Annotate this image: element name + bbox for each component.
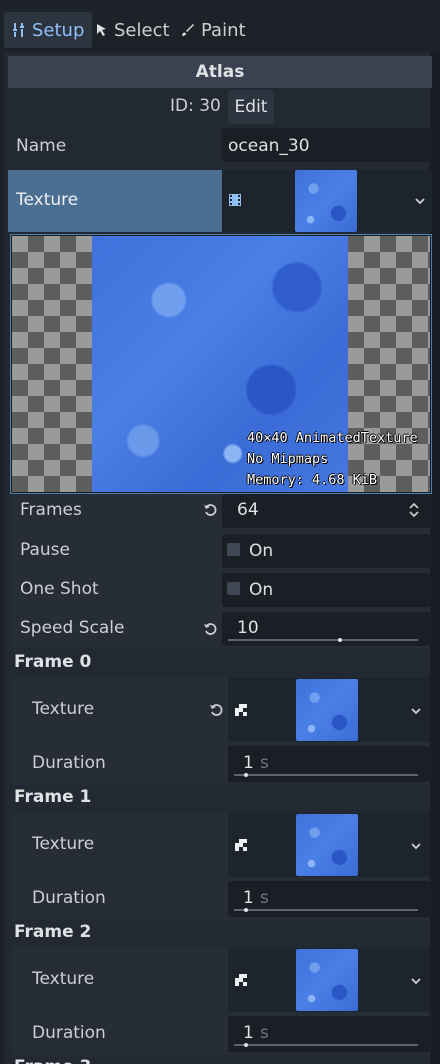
frame-1-duration-unit: s <box>260 888 269 908</box>
frame-1-duration-slider[interactable] <box>228 881 430 917</box>
pause-check-label: On <box>249 541 274 561</box>
tools-icon <box>13 23 24 37</box>
atlas-id-label: ID: 30 <box>170 96 221 116</box>
name-value: ocean_30 <box>228 136 310 156</box>
frame-0-duration-grabber[interactable] <box>244 773 248 777</box>
frame-0-duration-label: Duration <box>32 753 106 773</box>
frame-2-header[interactable]: Frame 2 <box>14 922 91 942</box>
tab-select-label: Select <box>114 19 170 41</box>
revert-icon[interactable] <box>209 703 223 717</box>
frame-1-texture-thumbnail[interactable] <box>296 814 358 876</box>
tab-paint-label: Paint <box>201 19 246 41</box>
frame-1-duration-value: 1 <box>243 888 254 908</box>
frame-3-header[interactable]: Frame 3 <box>14 1057 91 1064</box>
tab-paint[interactable]: Paint <box>181 12 246 48</box>
texture-resource-icon <box>235 839 247 851</box>
frame-0-duration-unit: s <box>260 753 269 773</box>
cursor-icon <box>97 24 106 36</box>
texture-info-mipmaps: No Mipmaps <box>247 451 329 467</box>
frame-0-duration-track <box>234 774 418 776</box>
texture-resource-icon <box>235 974 247 986</box>
one-shot-check-label: On <box>249 580 274 600</box>
frame-1-duration-track <box>234 909 418 911</box>
speed-scale-track <box>228 639 418 641</box>
frame-2-duration-unit: s <box>260 1023 269 1043</box>
frame-2-duration-track <box>234 1044 418 1046</box>
frames-label: Frames <box>20 500 82 520</box>
chevron-down-icon[interactable] <box>410 976 422 986</box>
atlas-section-header[interactable]: Atlas <box>8 56 432 88</box>
texture-info-size: 40×40 AnimatedTexture <box>247 430 418 446</box>
speed-scale-label: Speed Scale <box>20 618 125 638</box>
frame-2-texture-thumbnail[interactable] <box>296 949 358 1011</box>
animated-texture-icon <box>229 194 241 206</box>
frame-0-texture-thumbnail[interactable] <box>296 679 358 741</box>
name-label: Name <box>16 136 67 156</box>
texture-resource-icon <box>235 704 247 716</box>
pause-label: Pause <box>20 540 70 560</box>
chevron-down-icon[interactable] <box>410 841 422 851</box>
tab-setup-label: Setup <box>32 19 85 41</box>
frame-0-duration-slider[interactable] <box>228 746 430 782</box>
tab-setup[interactable]: Setup <box>4 12 93 48</box>
frame-2-duration-value: 1 <box>243 1023 254 1043</box>
frame-0-header[interactable]: Frame 0 <box>14 652 91 672</box>
frame-2-texture-label: Texture <box>32 969 95 989</box>
frame-2-duration-slider[interactable] <box>228 1016 430 1052</box>
frame-2-duration-label: Duration <box>32 1023 106 1043</box>
revert-icon[interactable] <box>203 622 217 636</box>
texture-label: Texture <box>16 190 79 210</box>
edit-button[interactable]: Edit <box>228 90 274 124</box>
spin-arrows-icon[interactable] <box>408 502 420 518</box>
frames-value: 64 <box>237 500 259 520</box>
chevron-down-icon[interactable] <box>410 706 422 716</box>
frame-1-header[interactable]: Frame 1 <box>14 787 91 807</box>
frame-1-duration-label: Duration <box>32 888 106 908</box>
pause-checkbox[interactable] <box>227 543 240 556</box>
frame-2-duration-grabber[interactable] <box>244 1043 248 1047</box>
speed-scale-value: 10 <box>237 618 259 638</box>
frame-1-duration-grabber[interactable] <box>244 908 248 912</box>
revert-icon[interactable] <box>203 503 217 517</box>
texture-info-memory: Memory: 4.68 KiB <box>247 472 378 488</box>
frame-0-texture-label: Texture <box>32 699 95 719</box>
one-shot-checkbox[interactable] <box>227 582 240 595</box>
one-shot-label: One Shot <box>20 579 99 599</box>
brush-icon <box>182 24 194 36</box>
frame-1-texture-label: Texture <box>32 834 95 854</box>
texture-thumbnail[interactable] <box>295 170 357 232</box>
frame-0-duration-value: 1 <box>243 753 254 773</box>
tab-select[interactable]: Select <box>96 12 170 48</box>
chevron-down-icon[interactable] <box>414 196 426 206</box>
